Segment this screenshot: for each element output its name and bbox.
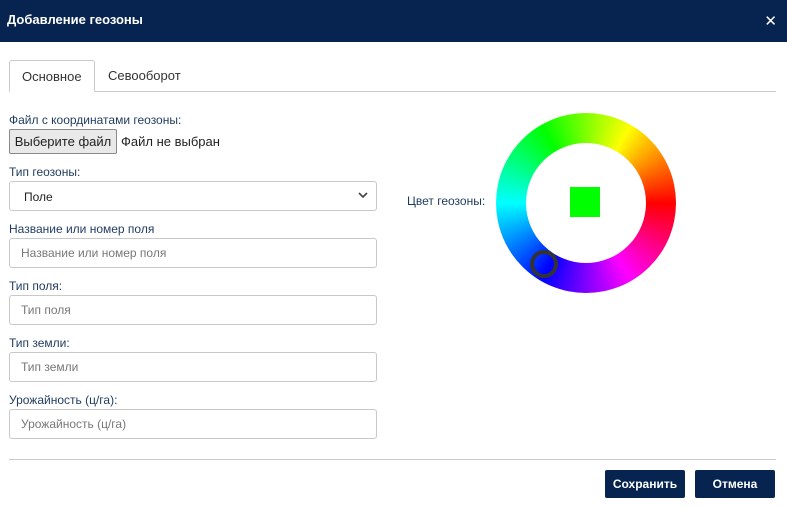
field-type-input-wrapper: [9, 295, 377, 325]
footer-divider: [9, 459, 776, 460]
land-type-input[interactable]: [10, 353, 376, 381]
yield-input[interactable]: [10, 410, 376, 438]
color-wheel-handle[interactable]: [530, 250, 558, 278]
geozone-type-select[interactable]: Поле: [9, 181, 377, 211]
land-type-label: Тип земли:: [9, 336, 70, 350]
tab-bar: Основное Севооборот: [9, 60, 776, 92]
cancel-button[interactable]: Отмена: [695, 470, 775, 498]
file-status: Файл не выбран: [121, 134, 220, 149]
close-icon[interactable]: ✕: [764, 12, 777, 30]
save-button[interactable]: Сохранить: [605, 470, 685, 498]
chevron-down-icon: [358, 192, 368, 199]
field-type-label: Тип поля:: [9, 279, 63, 293]
yield-input-wrapper: [9, 409, 377, 439]
field-name-label: Название или номер поля: [9, 222, 155, 236]
geozone-type-label: Тип геозоны:: [9, 165, 81, 179]
tab-main[interactable]: Основное: [9, 60, 95, 92]
tab-crop-rotation[interactable]: Севооборот: [96, 60, 193, 91]
color-label: Цвет геозоны:: [407, 194, 486, 208]
yield-label: Урожайность (ц/га):: [9, 393, 118, 407]
dialog-header: Добавление геозоны ✕: [0, 0, 787, 42]
field-type-input[interactable]: [10, 296, 376, 324]
selected-color-swatch: [570, 187, 600, 217]
dialog-title: Добавление геозоны: [7, 12, 143, 27]
field-name-input-wrapper: [9, 238, 377, 268]
file-label: Файл с координатами геозоны:: [9, 113, 182, 127]
geozone-type-value: Поле: [24, 190, 53, 204]
field-name-input[interactable]: [10, 239, 376, 267]
land-type-input-wrapper: [9, 352, 377, 382]
choose-file-button[interactable]: Выберите файл: [9, 129, 117, 154]
